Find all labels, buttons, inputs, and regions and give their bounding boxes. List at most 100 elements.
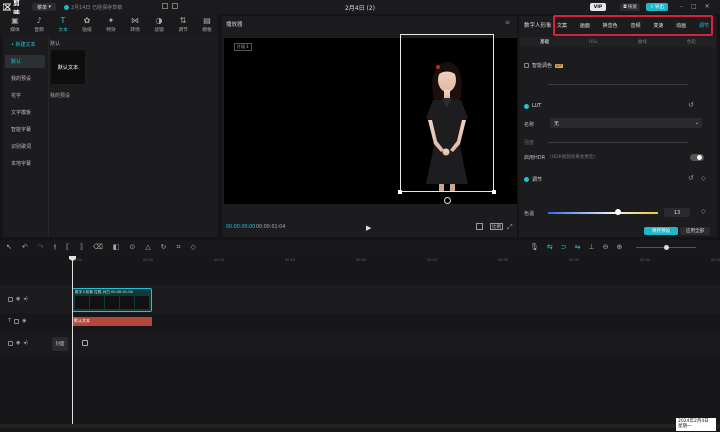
- keyframe-icon[interactable]: ◇: [701, 208, 706, 215]
- tab-0[interactable]: 文案: [557, 22, 567, 29]
- resize-handle-br[interactable]: [492, 190, 496, 194]
- maximize-icon[interactable]: □: [691, 3, 697, 10]
- ratio-button[interactable]: 比例: [490, 223, 503, 230]
- tab-6[interactable]: 调节: [699, 22, 709, 29]
- hdr-toggle[interactable]: [690, 154, 704, 161]
- close-icon[interactable]: ✕: [705, 3, 710, 10]
- tool-media[interactable]: ▣ 媒体: [4, 16, 26, 34]
- reverse-icon[interactable]: ⊙: [129, 243, 135, 252]
- reset-icon[interactable]: ↺: [688, 101, 694, 109]
- preview-axis-icon[interactable]: ⊥: [589, 243, 595, 251]
- smart-intensity-slider[interactable]: [548, 84, 688, 85]
- select-cursor-icon[interactable]: ↖: [6, 243, 12, 252]
- play-icon[interactable]: ▶: [366, 224, 371, 232]
- fullscreen-icon[interactable]: ⤢: [507, 223, 513, 232]
- split-icon[interactable]: ⫲: [54, 243, 56, 252]
- tab-1[interactable]: 画面: [580, 22, 590, 29]
- reset-icon[interactable]: ↺: [688, 174, 694, 182]
- lut-name-select[interactable]: 无 ⌄: [550, 118, 702, 128]
- freeze-icon[interactable]: ◧: [113, 243, 120, 252]
- export-button[interactable]: ⇪ 导出: [646, 3, 668, 11]
- transition-icon: ⋈: [131, 16, 139, 25]
- eye-icon[interactable]: ◉: [16, 296, 20, 302]
- cover-button[interactable]: 封面: [52, 337, 68, 351]
- tab-4[interactable]: 变速: [653, 22, 663, 29]
- default-text-card[interactable]: 默认文本: [51, 50, 85, 84]
- track-lock-icon[interactable]: [8, 340, 13, 346]
- save-preset-button[interactable]: 保存预设: [644, 227, 678, 235]
- text-clip[interactable]: 默认文本: [72, 317, 152, 326]
- tool-filter[interactable]: ◑ 滤镜: [148, 16, 170, 34]
- track-lock-icon[interactable]: [14, 318, 20, 324]
- tool-adjust[interactable]: ⇅ 调节: [172, 16, 194, 34]
- keyframe-icon[interactable]: ◇: [701, 175, 706, 182]
- subtab-3[interactable]: 色轮: [687, 39, 696, 45]
- eye-icon[interactable]: ◉: [16, 340, 20, 346]
- smart-color-checkbox[interactable]: [524, 63, 529, 68]
- link-icon[interactable]: ⇆: [547, 243, 553, 251]
- text-category-item[interactable]: 本地字幕: [5, 157, 45, 170]
- speaker-icon[interactable]: ◂): [23, 296, 27, 302]
- subtab-2[interactable]: 曲线: [638, 39, 647, 45]
- menu-button[interactable]: 菜单 ▾: [32, 3, 56, 11]
- player-menu-icon[interactable]: ≡: [505, 19, 510, 26]
- apply-all-button[interactable]: 应用全部: [680, 227, 710, 235]
- timeline-scrollbar[interactable]: [0, 424, 720, 428]
- fit-screen-icon[interactable]: [476, 223, 483, 230]
- lut-toggle-icon[interactable]: [524, 103, 529, 109]
- microphone-icon[interactable]: 🎙: [530, 243, 539, 251]
- subtab-0[interactable]: 基础: [540, 39, 549, 45]
- rotate-handle-icon[interactable]: [444, 197, 451, 204]
- minimize-icon[interactable]: –: [680, 3, 683, 10]
- rotate-icon[interactable]: ↻: [161, 243, 167, 252]
- text-category-item[interactable]: 花字: [5, 89, 45, 102]
- lut-intensity-slider[interactable]: [548, 142, 688, 143]
- text-category-item[interactable]: 默认: [5, 55, 45, 68]
- text-category-item[interactable]: 文字模板: [5, 106, 45, 119]
- keyframe-toggle-icon[interactable]: ◇: [190, 243, 195, 252]
- video-clip[interactable]: 数字人形象 拉镜-对白 00:00:01:04: [72, 288, 152, 312]
- redo-icon[interactable]: ↷: [38, 243, 44, 252]
- text-category-item[interactable]: 智能字幕: [5, 123, 45, 136]
- zoom-out-icon[interactable]: ⊖: [603, 243, 609, 251]
- tool-sticker[interactable]: ✿ 贴纸: [76, 16, 98, 34]
- resize-handle-bl[interactable]: [398, 190, 402, 194]
- tool-template[interactable]: ▤ 模板: [196, 16, 218, 34]
- zoom-slider-knob[interactable]: [664, 245, 669, 250]
- snap-icon[interactable]: ⇋: [575, 243, 581, 251]
- ruler-tick: 00:20: [356, 258, 367, 262]
- mirror-icon[interactable]: △: [145, 243, 150, 252]
- speaker-icon[interactable]: ◂): [23, 340, 27, 346]
- split-left-icon[interactable]: ⟦: [66, 243, 69, 252]
- track-lock-icon[interactable]: [8, 296, 13, 302]
- text-category-item[interactable]: • 新建文本: [5, 38, 45, 51]
- split-right-icon[interactable]: ⟧: [79, 243, 82, 252]
- temp-value-input[interactable]: 13: [664, 208, 690, 217]
- undo-icon[interactable]: ↶: [22, 243, 28, 252]
- record-button[interactable]: ◘ 快速: [620, 3, 640, 11]
- section-label: 默认: [50, 41, 61, 47]
- subtab-1[interactable]: HSL: [589, 40, 598, 45]
- tool-audio[interactable]: ♪ 音频: [28, 16, 50, 34]
- vip-badge[interactable]: VIP: [590, 3, 606, 11]
- delete-icon[interactable]: ⌫: [93, 243, 103, 252]
- tool-text[interactable]: T 文本: [52, 16, 74, 34]
- tab-2[interactable]: 换音色: [603, 22, 618, 29]
- eye-icon[interactable]: ◉: [22, 318, 26, 324]
- text-category-item[interactable]: 我的预设: [5, 72, 45, 85]
- layout-icon[interactable]: [162, 3, 168, 9]
- temp-slider-knob[interactable]: [615, 209, 621, 215]
- tab-3[interactable]: 音频: [630, 22, 640, 29]
- shortcut-icon[interactable]: [172, 3, 178, 9]
- text-category-item[interactable]: 识别歌词: [5, 140, 45, 153]
- zoom-in-icon[interactable]: ⊕: [617, 243, 623, 251]
- tool-effects[interactable]: ✦ 特效: [100, 16, 122, 34]
- tab-5[interactable]: 动画: [676, 22, 686, 29]
- selection-frame[interactable]: [400, 34, 494, 192]
- adjust-toggle-icon[interactable]: [524, 177, 529, 182]
- playhead[interactable]: [72, 256, 73, 424]
- magnet-icon[interactable]: ⊃: [561, 243, 567, 251]
- tool-transition[interactable]: ⋈ 转场: [124, 16, 146, 34]
- crop-icon[interactable]: ⌗: [177, 243, 181, 252]
- temp-slider[interactable]: [548, 212, 658, 214]
